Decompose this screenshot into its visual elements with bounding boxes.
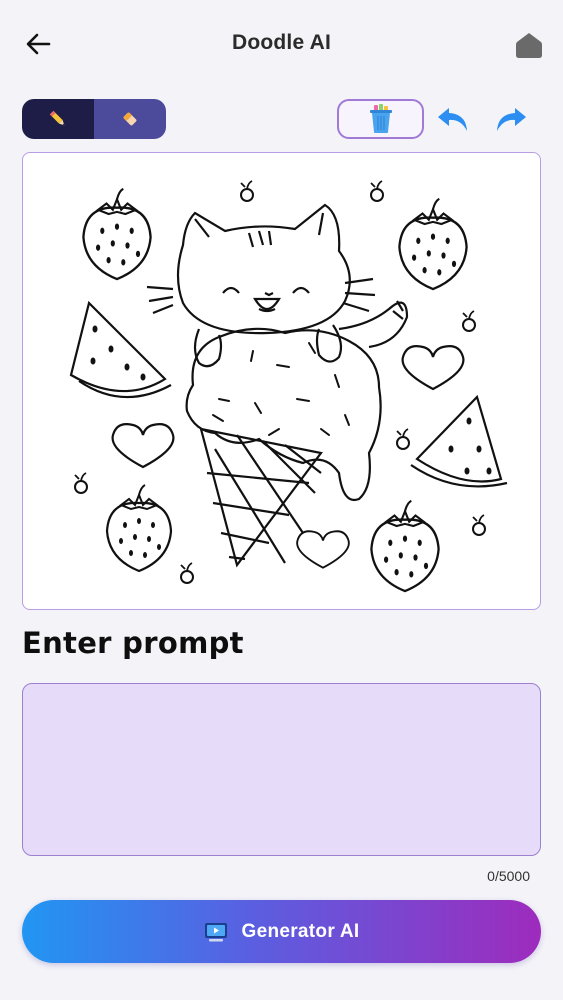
generate-button-label: Generator AI bbox=[241, 920, 360, 942]
trash-can-icon bbox=[369, 104, 392, 133]
coloring-page-illustration bbox=[69, 180, 508, 593]
app-header: Doodle AI bbox=[0, 0, 563, 90]
undo-button[interactable] bbox=[433, 100, 473, 138]
pencil-tool-button[interactable] bbox=[22, 99, 94, 139]
redo-icon bbox=[497, 108, 526, 131]
prompt-input[interactable] bbox=[22, 683, 541, 856]
character-counter: 0/5000 bbox=[487, 868, 530, 884]
redo-button[interactable] bbox=[491, 100, 531, 138]
home-button[interactable] bbox=[513, 29, 545, 61]
page-title: Doodle AI bbox=[231, 31, 332, 54]
draw-tool-toggle bbox=[22, 99, 166, 139]
undo-icon bbox=[438, 108, 467, 131]
drawing-canvas[interactable] bbox=[22, 152, 541, 610]
home-icon bbox=[516, 33, 542, 58]
clear-canvas-button[interactable] bbox=[337, 99, 424, 139]
monitor-play-icon bbox=[204, 922, 227, 941]
eraser-icon bbox=[123, 112, 137, 126]
prompt-heading: Enter prompt bbox=[22, 626, 244, 660]
pencil-icon bbox=[49, 110, 65, 126]
generate-ai-button[interactable]: Generator AI bbox=[22, 900, 541, 963]
eraser-tool-button[interactable] bbox=[94, 99, 166, 139]
